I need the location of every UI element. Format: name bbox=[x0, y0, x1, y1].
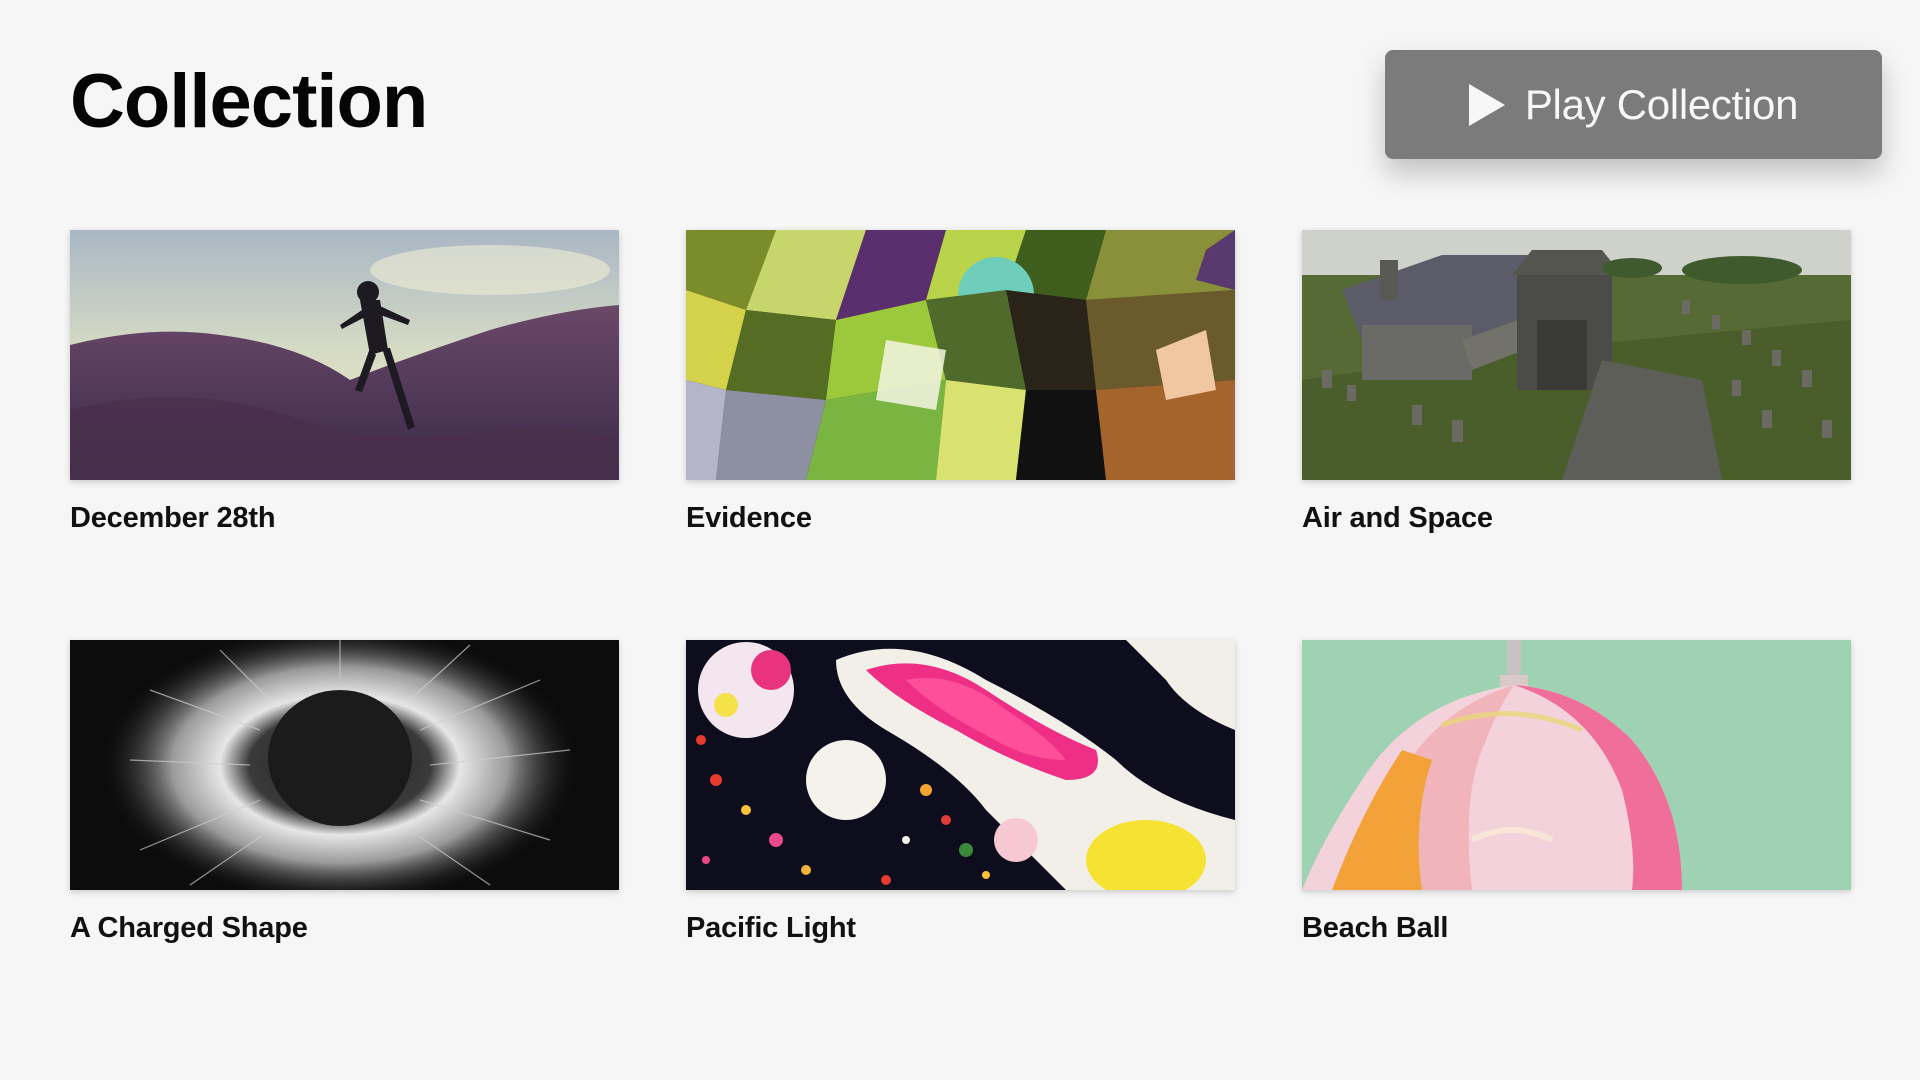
video-card-evidence[interactable]: Evidence bbox=[686, 230, 1235, 535]
play-collection-label: Play Collection bbox=[1524, 80, 1799, 128]
video-thumbnail-pacific-light[interactable] bbox=[686, 640, 1235, 890]
video-thumbnail-evidence[interactable] bbox=[686, 230, 1235, 480]
play-icon bbox=[1468, 83, 1505, 126]
video-card-a-charged-shape[interactable]: A Charged Shape bbox=[70, 640, 619, 945]
video-title: A Charged Shape bbox=[70, 912, 308, 944]
video-card-december-28th[interactable]: December 28th bbox=[70, 230, 619, 535]
video-title: Evidence bbox=[686, 502, 812, 534]
collection-page: Collection Play Collection December 28th… bbox=[0, 0, 1920, 1080]
page-title: Collection bbox=[70, 59, 428, 144]
thumbnail-image bbox=[686, 230, 1235, 480]
video-title: Pacific Light bbox=[686, 912, 856, 944]
thumbnail-image bbox=[1302, 230, 1851, 480]
video-thumbnail-air-and-space[interactable] bbox=[1302, 230, 1851, 480]
video-card-air-and-space[interactable]: Air and Space bbox=[1302, 230, 1851, 535]
play-collection-button[interactable]: Play Collection bbox=[1385, 50, 1882, 159]
thumbnail-image bbox=[686, 640, 1235, 890]
video-thumbnail-a-charged-shape[interactable] bbox=[70, 640, 619, 890]
video-card-pacific-light[interactable]: Pacific Light bbox=[686, 640, 1235, 945]
video-thumbnail-december-28th[interactable] bbox=[70, 230, 619, 480]
video-title: Beach Ball bbox=[1302, 912, 1449, 944]
video-title: December 28th bbox=[70, 502, 276, 534]
video-thumbnail-beach-ball[interactable] bbox=[1302, 640, 1851, 890]
thumbnail-image bbox=[1302, 640, 1851, 890]
video-card-beach-ball[interactable]: Beach Ball bbox=[1302, 640, 1851, 945]
thumbnail-image bbox=[70, 230, 619, 480]
video-title: Air and Space bbox=[1302, 502, 1493, 534]
thumbnail-image bbox=[70, 640, 619, 890]
